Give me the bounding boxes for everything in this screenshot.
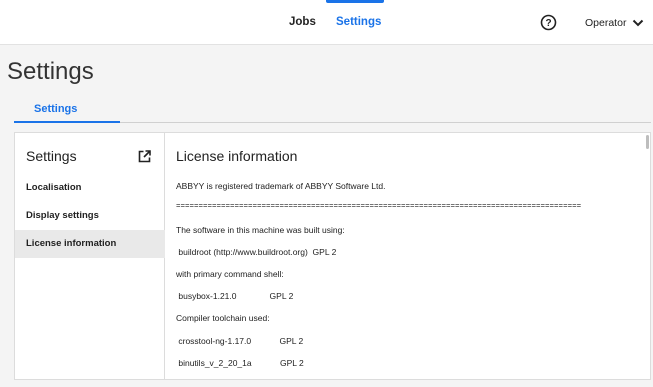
settings-sidebar: Settings Localisation Display settings L…: [15, 133, 165, 379]
user-menu-label[interactable]: Operator: [585, 17, 626, 29]
license-line: with primary command shell:: [176, 269, 284, 279]
nav-active-indicator: [326, 0, 384, 3]
question-circle-icon[interactable]: ?: [540, 14, 557, 31]
content-scrollbar[interactable]: [644, 133, 650, 379]
open-external-icon[interactable]: [138, 150, 151, 163]
sidebar-item-license-information[interactable]: License information: [15, 230, 165, 258]
sidebar-item-display-settings[interactable]: Display settings: [15, 202, 165, 230]
license-line: busybox-1.21.0 GPL 2: [176, 291, 294, 301]
settings-card: Settings Localisation Display settings L…: [14, 132, 651, 380]
sidebar-item-localisation[interactable]: Localisation: [15, 174, 165, 202]
license-line: ABBYY is registered trademark of ABBYY S…: [176, 181, 386, 191]
license-line: Compiler toolchain used:: [176, 313, 270, 323]
nav-settings[interactable]: Settings: [336, 16, 381, 28]
license-separator: ========================================…: [176, 203, 582, 211]
scrollbar-thumb[interactable]: [646, 135, 649, 149]
license-line: crosstool-ng-1.17.0 GPL 2: [176, 336, 304, 346]
svg-text:?: ?: [545, 18, 551, 29]
license-line: The software in this machine was built u…: [176, 225, 345, 235]
chevron-down-icon[interactable]: [632, 18, 644, 28]
top-bar: Jobs Settings ? Operator: [0, 0, 653, 45]
tab-settings[interactable]: Settings: [34, 103, 77, 115]
sidebar-title: Settings: [26, 148, 77, 164]
page-title: Settings: [7, 58, 94, 85]
license-line: buildroot (http://www.buildroot.org) GPL…: [176, 247, 337, 257]
license-content: License information ABBYY is registered …: [166, 133, 644, 379]
nav-jobs[interactable]: Jobs: [289, 16, 316, 28]
license-line: binutils_v_2_20_1a GPL 2: [176, 358, 304, 368]
tab-active-underline: [14, 121, 120, 123]
content-title: License information: [176, 148, 298, 164]
